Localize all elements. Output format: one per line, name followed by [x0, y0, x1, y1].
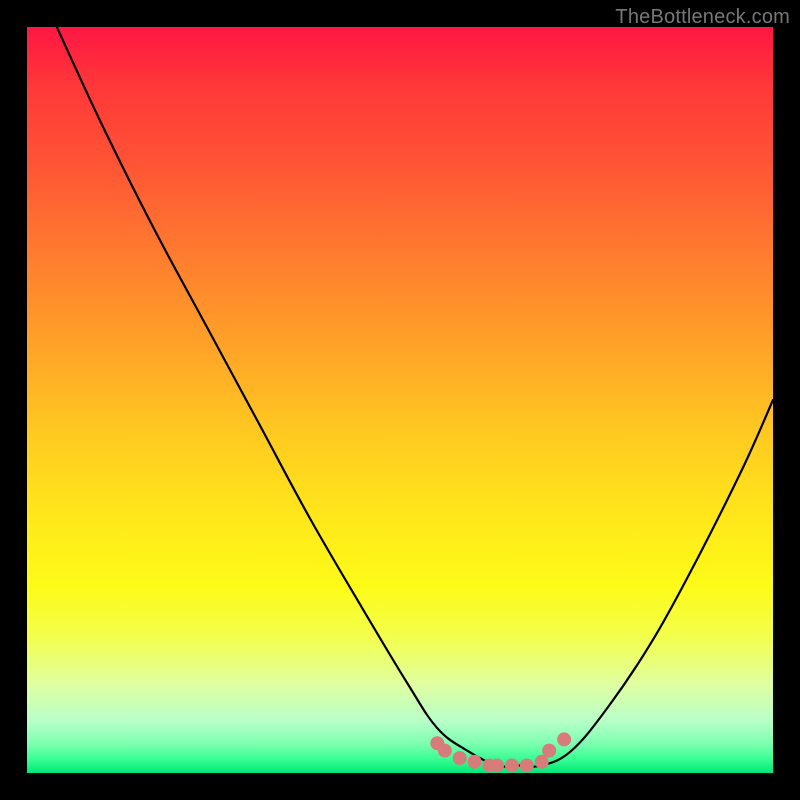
chart-plot-area [27, 27, 773, 773]
watermark-text: TheBottleneck.com [615, 6, 790, 29]
bottleneck-curve [57, 27, 773, 767]
optimal-dot [542, 744, 556, 758]
optimal-dot [557, 732, 571, 746]
optimal-dot [490, 759, 504, 773]
optimal-dot [453, 751, 467, 765]
optimal-dot [438, 744, 452, 758]
optimal-dot [505, 759, 519, 773]
optimal-dot [520, 759, 534, 773]
optimal-dots-group [430, 732, 571, 772]
optimal-dot [468, 755, 482, 769]
chart-svg [27, 27, 773, 773]
